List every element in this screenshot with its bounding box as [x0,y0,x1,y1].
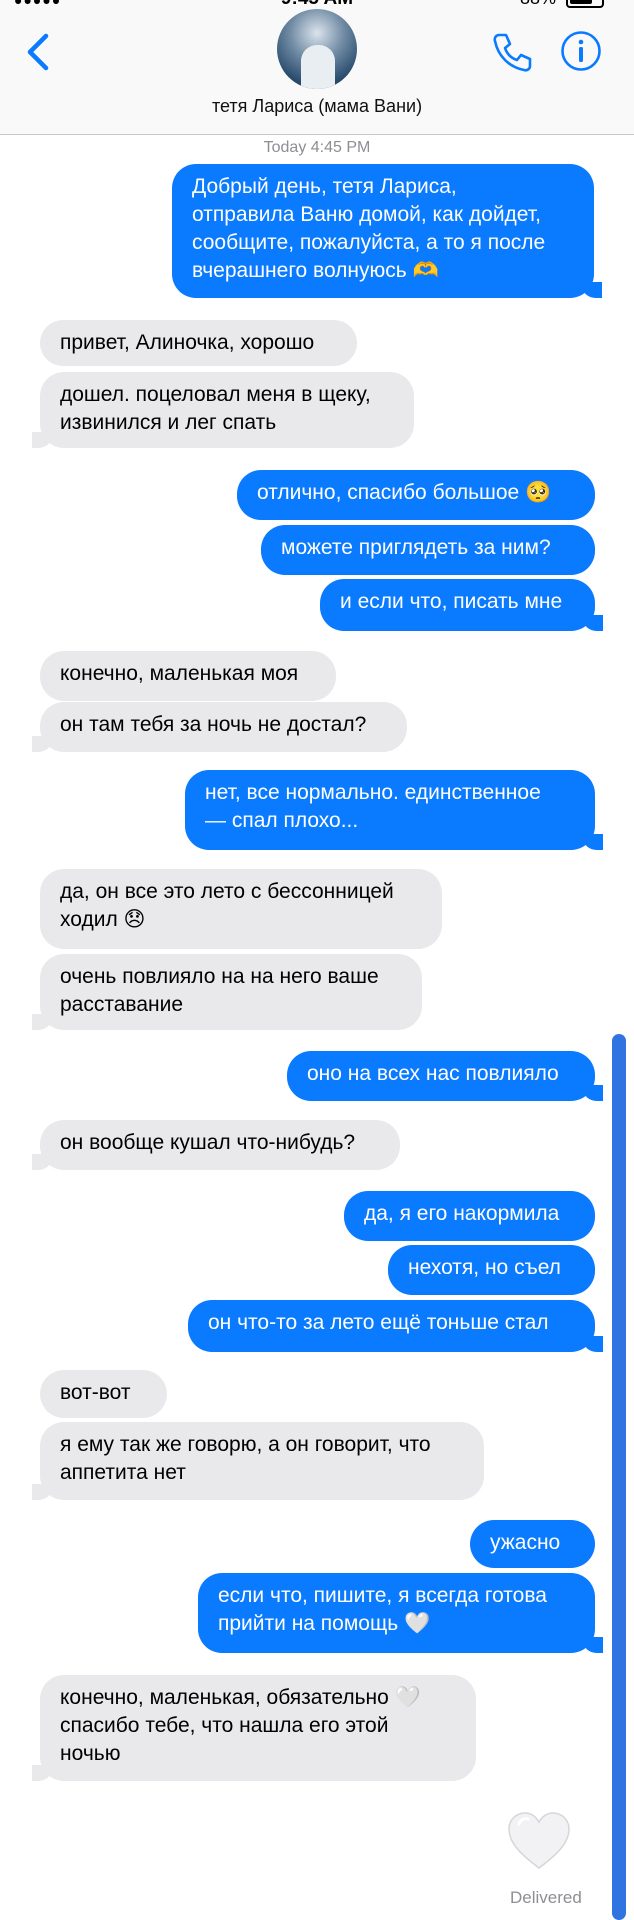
outgoing-message-bubble[interactable]: ужасно [470,1520,595,1568]
incoming-message-bubble[interactable]: он там тебя за ночь не достал? [32,702,407,752]
incoming-message-bubble[interactable]: вот-вот [40,1370,167,1418]
call-button[interactable] [490,30,534,74]
battery-icon [566,0,604,8]
battery-status: 88% [520,0,604,9]
outgoing-message-bubble[interactable]: он что-то за лето ещё тоньше стал [188,1300,603,1352]
chevron-left-icon [27,33,49,71]
contact-avatar[interactable] [277,9,357,89]
thread-timestamp: Today 4:45 PM [263,139,371,156]
phone-icon [493,33,532,72]
info-icon [561,31,601,71]
incoming-message-bubble[interactable]: очень повлияло на на него ваше расставан… [32,954,422,1030]
outgoing-message-bubble[interactable]: отлично, спасибо большое 🥺 [237,470,595,520]
conversation-header: ●●●●● 9:45 AM 88% тетя Лариса (мама Вани… [0,0,634,135]
incoming-message-bubble[interactable]: конечно, маленькая, обязательно 🤍 спасиб… [32,1675,476,1781]
incoming-message-bubble[interactable]: да, он все это лето с бессонницей ходил … [40,869,442,949]
outgoing-message-bubble[interactable]: да, я его накормила [344,1191,595,1241]
contact-name[interactable]: тетя Лариса (мама Вани) [0,96,634,117]
incoming-message-bubble[interactable]: конечно, маленькая моя [40,651,336,701]
outgoing-message-bubble[interactable]: и если что, писать мне [320,579,603,631]
info-button[interactable] [560,30,602,72]
outgoing-message-bubble[interactable]: если что, пишите, я всегда готова прийти… [198,1573,603,1653]
delivered-status: Delivered [510,1888,582,1907]
incoming-message-bubble[interactable]: я ему так же говорю, а он говорит, что а… [32,1422,484,1500]
outgoing-message-bubble[interactable]: нет, все нормально. единственное — спал … [185,770,603,850]
back-button[interactable] [20,30,60,74]
incoming-message-bubble[interactable]: дошел. поцеловал меня в щеку, извинился … [32,372,414,448]
outgoing-message-bubble[interactable]: оно на всех нас повлияло [287,1051,603,1101]
incoming-message-bubble[interactable]: он вообще кушал что-нибудь? [32,1120,400,1170]
battery-percent: 88% [520,0,556,9]
outgoing-message-bubble[interactable]: Добрый день, тетя Лариса, отправила Ваню… [172,164,602,298]
incoming-message-bubble[interactable]: привет, Алиночка, хорошо [40,320,357,366]
outgoing-message-bubble[interactable]: нехотя, но съел [388,1245,595,1295]
white-heart-icon [508,1812,570,1869]
outgoing-message-bubble[interactable]: можете приглядеть за ним? [261,525,595,575]
scrollbar[interactable] [612,1034,626,1920]
